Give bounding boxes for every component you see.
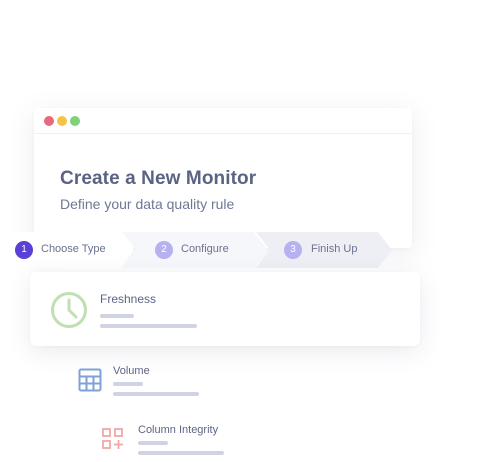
step-number: 2 (155, 241, 173, 259)
placeholder-line (113, 382, 143, 386)
maximize-dot-icon[interactable] (70, 116, 80, 126)
step-label: Configure (181, 243, 229, 255)
window-titlebar (34, 108, 412, 134)
grid-plus-icon (102, 428, 123, 449)
page-subtitle: Define your data quality rule (60, 196, 235, 212)
monitor-option-freshness[interactable]: Freshness (30, 272, 420, 346)
table-icon (78, 368, 102, 392)
stepper: 1 Choose Type 2 Configure 3 Finish Up (0, 232, 479, 268)
step-label: Finish Up (311, 243, 358, 255)
step-label: Choose Type (41, 243, 106, 255)
placeholder-line (100, 314, 134, 318)
option-label: Freshness (100, 292, 157, 306)
close-dot-icon[interactable] (44, 116, 54, 126)
minimize-dot-icon[interactable] (57, 116, 67, 126)
step-number: 3 (284, 241, 302, 259)
option-label: Volume (113, 365, 150, 377)
clock-icon (51, 292, 87, 328)
placeholder-line (100, 324, 197, 328)
placeholder-line (113, 392, 199, 396)
step-number: 1 (15, 241, 33, 259)
page-title: Create a New Monitor (60, 168, 257, 189)
monitor-window: Create a New Monitor Define your data qu… (34, 108, 412, 248)
placeholder-line (138, 451, 224, 455)
placeholder-line (138, 441, 168, 445)
stage: Create a New Monitor Define your data qu… (0, 0, 479, 462)
option-label: Column Integrity (138, 424, 219, 436)
